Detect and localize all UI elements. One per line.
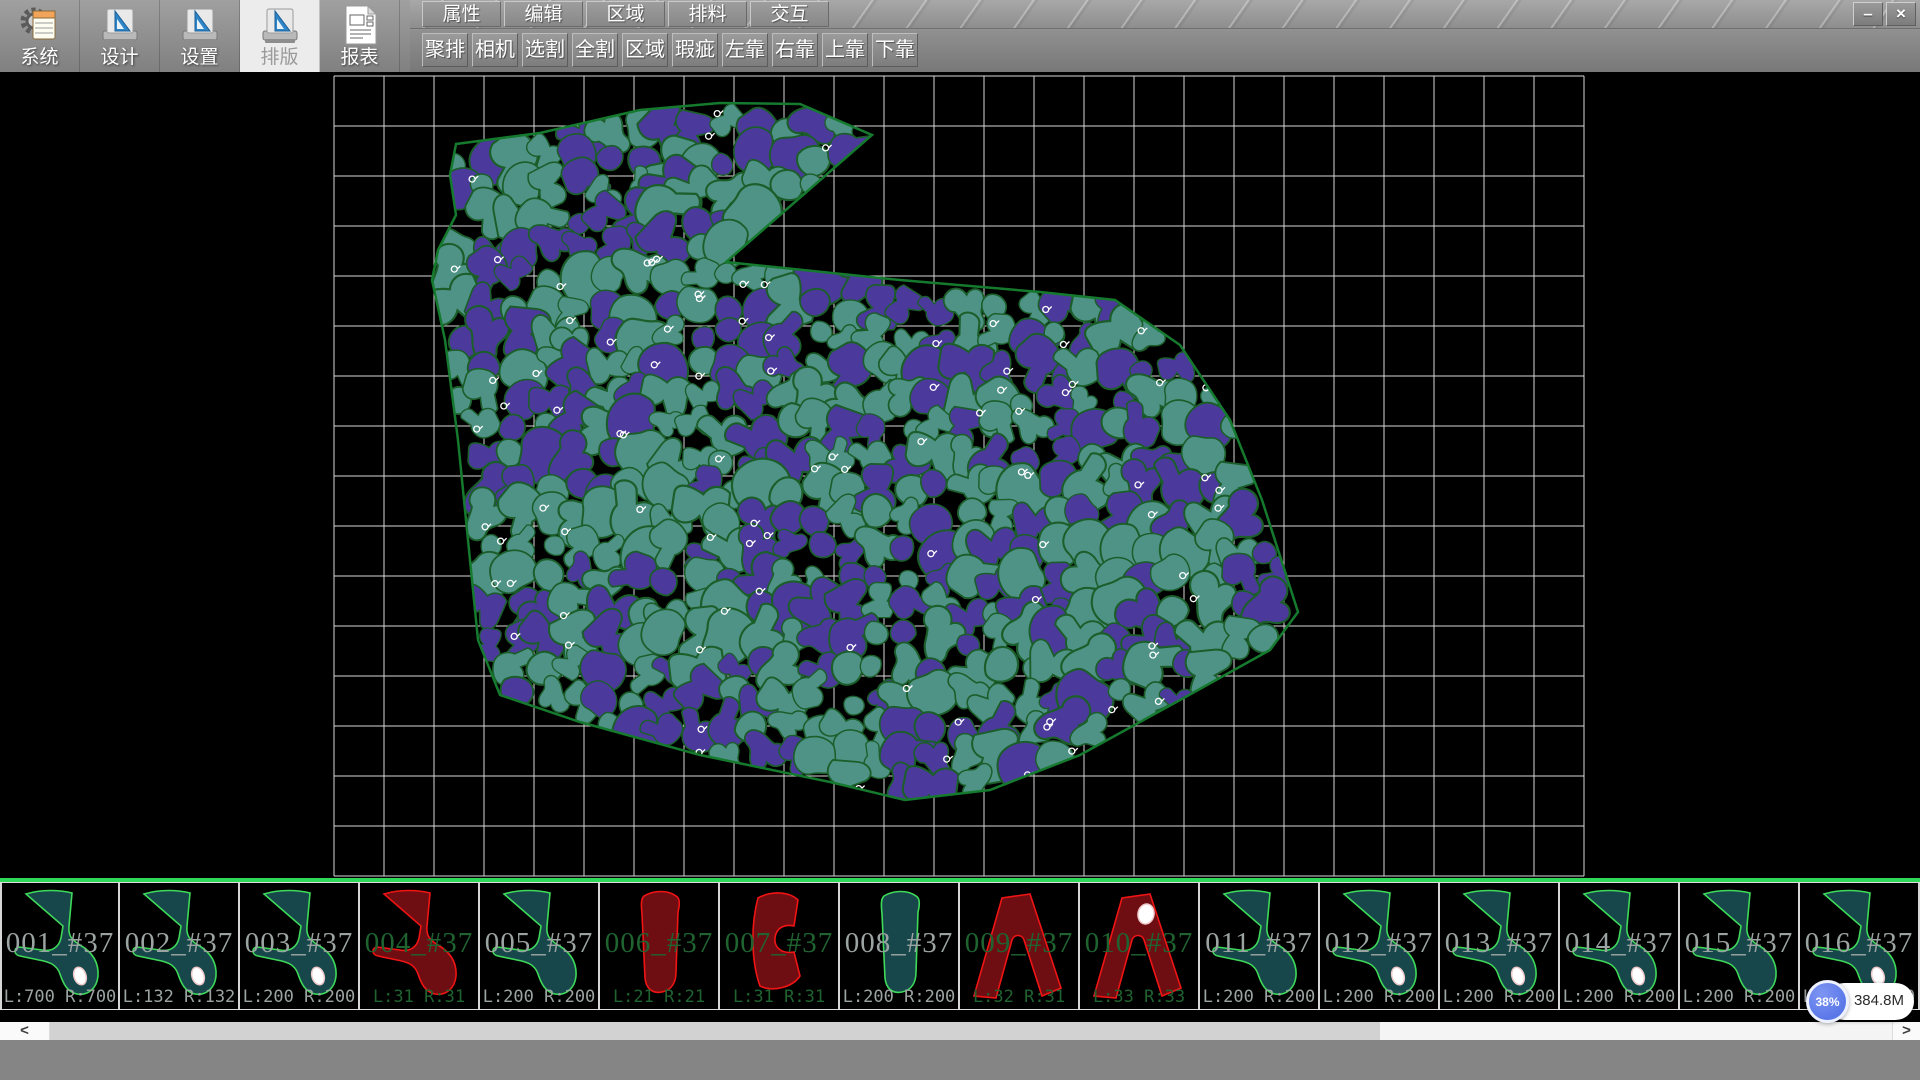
nesting-canvas[interactable] [0, 72, 1920, 878]
hide-nesting-drawing [0, 72, 1920, 878]
nav-button-label: 排版 [240, 42, 319, 69]
piece-id-label: 011_#37 [1200, 927, 1318, 960]
piece-lr-caption: L:200 R:200 [240, 987, 358, 1007]
nav-button-report-document[interactable]: 报表 [320, 0, 400, 72]
nav-button-design-ruler[interactable]: 设计 [80, 0, 160, 72]
piece-id-label: 015_#37 [1680, 927, 1798, 960]
badge-percent-text: 38% [1815, 995, 1839, 1009]
piece-lr-caption: L:200 R:200 [840, 987, 958, 1007]
thumbnail-cell-004_#37[interactable]: 004_#37 L:31 R:31 [360, 883, 480, 1009]
minimize-button[interactable]: – [1853, 2, 1883, 26]
piece-id-label: 006_#37 [600, 927, 718, 960]
piece-lr-caption: L:31 R:31 [360, 987, 478, 1007]
scrollbar-thumb[interactable] [50, 1022, 1380, 1040]
piece-lr-caption: L:33 R:33 [1080, 987, 1198, 1007]
piece-id-label: 016_#37 [1800, 927, 1918, 960]
scroll-right-arrow[interactable]: > [1892, 1022, 1920, 1040]
menu-properties[interactable]: 属性 [422, 1, 501, 27]
tool-button-7[interactable]: 右靠 [772, 33, 818, 67]
piece-id-label: 012_#37 [1320, 927, 1438, 960]
piece-lr-caption: L:200 R:200 [1200, 987, 1318, 1007]
thumbnail-cell-012_#37[interactable]: 012_#37 L:200 R:200 [1320, 883, 1440, 1009]
menu-edit[interactable]: 编辑 [504, 1, 583, 27]
nested-pieces [419, 92, 1304, 819]
nav-button-label: 设计 [80, 42, 159, 69]
piece-lr-caption: L:700 R:700 [2, 987, 118, 1007]
piece-id-label: 007_#37 [720, 927, 838, 960]
tool-button-4[interactable]: 区域 [622, 33, 668, 67]
piece-id-label: 014_#37 [1560, 927, 1678, 960]
piece-lr-caption: L:200 R:200 [1560, 987, 1678, 1007]
module-nav-bar: 系统设计设置排版报表 [0, 0, 410, 72]
piece-id-label: 008_#37 [840, 927, 958, 960]
nav-button-layout-ruler[interactable]: 排版 [240, 0, 320, 72]
menu-region[interactable]: 区域 [586, 1, 665, 27]
tool-button-5[interactable]: 瑕疵 [672, 33, 718, 67]
piece-lr-caption: L:200 R:200 [1440, 987, 1558, 1007]
piece-id-label: 010_#37 [1080, 927, 1198, 960]
nav-button-label: 报表 [320, 42, 399, 69]
nav-button-label: 系统 [0, 42, 79, 69]
tool-bar: 聚排相机选割全割区域瑕疵左靠右靠上靠下靠 [410, 30, 1920, 72]
thumbnail-cell-015_#37[interactable]: 015_#37 L:200 R:200 [1680, 883, 1800, 1009]
main-toolbar: 属性 编辑 区域 排料 交互 – × 聚排相机选割全割区域瑕疵左靠右靠上靠下靠 … [0, 0, 1920, 72]
piece-id-label: 005_#37 [480, 927, 598, 960]
scroll-left-arrow[interactable]: < [0, 1022, 50, 1040]
tool-button-8[interactable]: 上靠 [822, 33, 868, 67]
thumbnail-cell-013_#37[interactable]: 013_#37 L:200 R:200 [1440, 883, 1560, 1009]
piece-id-label: 013_#37 [1440, 927, 1558, 960]
nav-button-label: 设置 [160, 42, 239, 69]
tool-button-3[interactable]: 全割 [572, 33, 618, 67]
piece-lr-caption: L:31 R:31 [720, 987, 838, 1007]
thumbnail-cell-008_#37[interactable]: 008_#37 L:200 R:200 [840, 883, 960, 1009]
thumbnail-cell-007_#37[interactable]: 007_#37 L:31 R:31 [720, 883, 840, 1009]
piece-lr-caption: L:200 R:200 [1320, 987, 1438, 1007]
piece-lr-caption: L:32 R:31 [960, 987, 1078, 1007]
piece-id-label: 004_#37 [360, 927, 478, 960]
thumbnail-cell-002_#37[interactable]: 002_#37 L:132 R:132 [120, 883, 240, 1009]
system-gear-icon [17, 3, 63, 47]
menu-interact[interactable]: 交互 [750, 1, 829, 27]
tool-button-2[interactable]: 选割 [522, 33, 568, 67]
thumbnail-cell-001_#37[interactable]: 001_#37 L:700 R:700 [0, 883, 120, 1009]
bottom-status-bar [0, 1040, 1920, 1080]
piece-id-label: 009_#37 [960, 927, 1078, 960]
design-ruler-icon [97, 3, 143, 47]
piece-lr-caption: L:200 R:200 [480, 987, 598, 1007]
tool-button-6[interactable]: 左靠 [722, 33, 768, 67]
thumbnail-cell-003_#37[interactable]: 003_#37 L:200 R:200 [240, 883, 360, 1009]
badge-percent-circle: 38% [1806, 980, 1849, 1023]
tool-button-1[interactable]: 相机 [472, 33, 518, 67]
tool-button-0[interactable]: 聚排 [422, 33, 468, 67]
thumbnail-cell-005_#37[interactable]: 005_#37 L:200 R:200 [480, 883, 600, 1009]
menu-bar: 属性 编辑 区域 排料 交互 – × [410, 0, 1920, 29]
piece-lr-caption: L:200 R:200 [1680, 987, 1798, 1007]
close-button[interactable]: × [1886, 2, 1916, 26]
tool-button-9[interactable]: 下靠 [872, 33, 918, 67]
thumbnail-cell-009_#37[interactable]: 009_#37 L:32 R:31 [960, 883, 1080, 1009]
piece-lr-caption: L:132 R:132 [120, 987, 238, 1007]
piece-thumbnail-strip: 001_#37L:700 R:700002_#37L:132 R:132003_… [0, 882, 1920, 1010]
piece-id-label: 002_#37 [120, 927, 238, 960]
badge-size-text: 384.8M [1854, 992, 1904, 1009]
nav-button-system-gear[interactable]: 系统 [0, 0, 80, 72]
settings-ruler-icon [177, 3, 223, 47]
thumbnail-cell-011_#37[interactable]: 011_#37 L:200 R:200 [1200, 883, 1320, 1009]
menu-nesting[interactable]: 排料 [668, 1, 747, 27]
thumbnail-cell-010_#37[interactable]: 010_#37 L:33 R:33 [1080, 883, 1200, 1009]
nav-button-settings-ruler[interactable]: 设置 [160, 0, 240, 72]
piece-id-label: 003_#37 [240, 927, 358, 960]
horizontal-scrollbar[interactable]: < > [0, 1022, 1920, 1040]
thumbnail-cell-014_#37[interactable]: 014_#37 L:200 R:200 [1560, 883, 1680, 1009]
piece-id-label: 001_#37 [2, 927, 118, 960]
thumbnail-cell-006_#37[interactable]: 006_#37 L:21 R:21 [600, 883, 720, 1009]
layout-ruler-icon [257, 3, 303, 47]
report-document-icon [337, 3, 383, 47]
piece-lr-caption: L:21 R:21 [600, 987, 718, 1007]
